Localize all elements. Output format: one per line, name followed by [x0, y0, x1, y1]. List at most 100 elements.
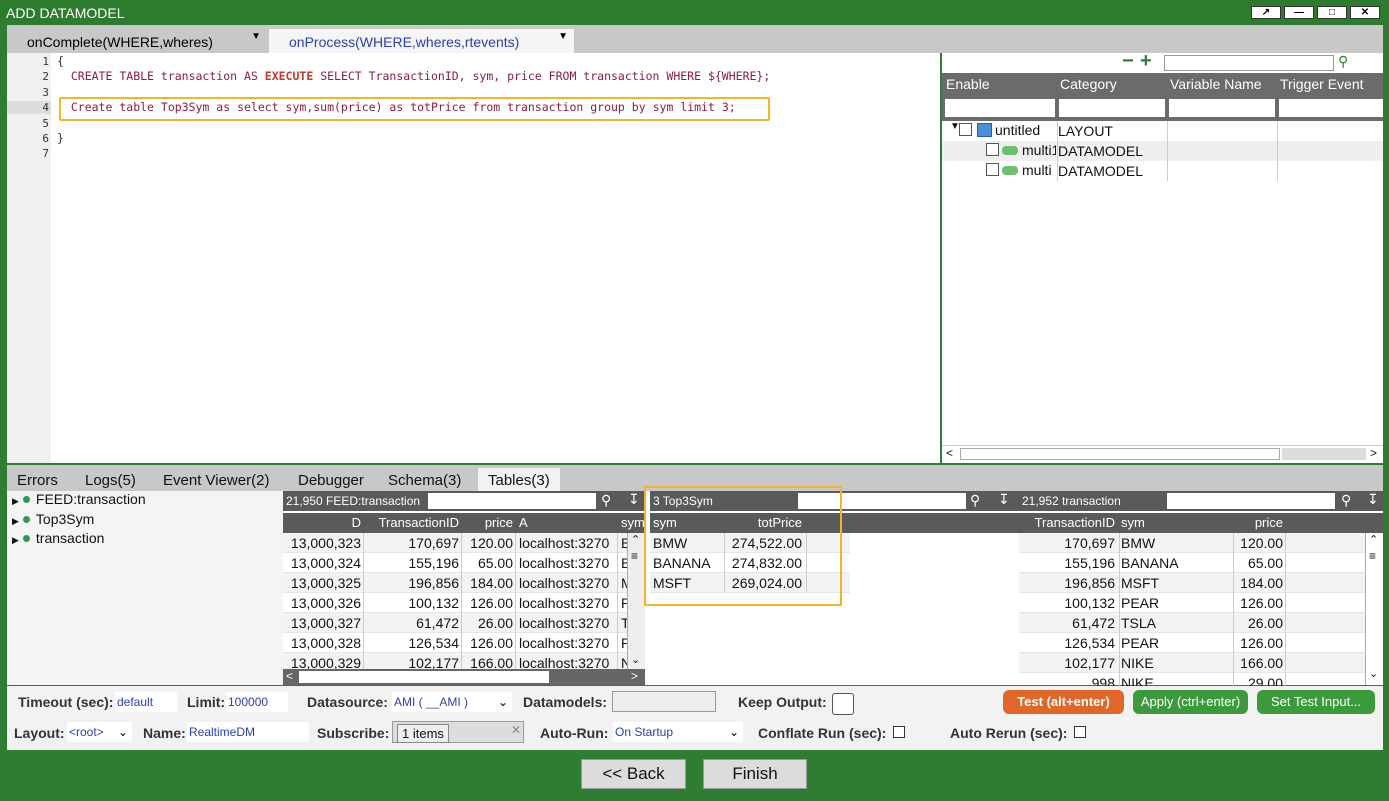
enable-checkbox[interactable]: [986, 163, 999, 176]
expand-icon[interactable]: ▶: [12, 516, 19, 526]
table-row[interactable]: 126,534 PEAR 126.00: [1019, 633, 1365, 653]
tab-dropdown-icon[interactable]: ▼: [251, 31, 261, 42]
download-icon[interactable]: ↧: [998, 491, 1010, 508]
col-variable-name[interactable]: Variable Name: [1170, 76, 1262, 92]
set-test-input-button[interactable]: Set Test Input...: [1257, 690, 1375, 714]
maximize-icon[interactable]: □: [1317, 6, 1347, 19]
scroll-handle-icon[interactable]: ≡: [1369, 549, 1376, 563]
col-price[interactable]: price: [463, 515, 513, 530]
table-row[interactable]: 13,000,323 170,697 120.00 localhost:3270 B: [283, 533, 627, 553]
scroll-left-icon[interactable]: <: [946, 446, 953, 460]
test-button[interactable]: Test (alt+enter): [1003, 690, 1124, 714]
table-row[interactable]: 13,000,327 61,472 26.00 localhost:3270 T: [283, 613, 627, 633]
apply-button[interactable]: Apply (ctrl+enter): [1133, 690, 1248, 714]
name-input[interactable]: RealtimeDM: [187, 722, 309, 742]
tree-item[interactable]: ▶ transaction: [12, 530, 104, 546]
table-row[interactable]: 13,000,325 196,856 184.00 localhost:3270 M: [283, 573, 627, 593]
back-button[interactable]: << Back: [581, 759, 686, 789]
tab-oncomplete[interactable]: onComplete(WHERE,wheres) ▼: [7, 29, 267, 53]
clear-icon[interactable]: ✕: [511, 723, 521, 737]
table-row[interactable]: 61,472 TSLA 26.00: [1019, 613, 1365, 633]
autorun-select[interactable]: On Startup ⌄: [613, 722, 743, 742]
pane-search-input[interactable]: [1167, 493, 1335, 509]
code-editor[interactable]: 1 2 3 4 5 6 7 { CREATE TABLE transaction…: [7, 53, 940, 463]
tab-schema[interactable]: Schema(3): [378, 468, 471, 491]
minimize-icon[interactable]: —: [1284, 6, 1314, 19]
pane-search-input[interactable]: [428, 493, 596, 509]
col-enable[interactable]: Enable: [946, 76, 990, 92]
scroll-handle-icon[interactable]: ≡: [631, 549, 638, 563]
tree-row[interactable]: multi DATAMODEL: [942, 161, 1383, 181]
tab-errors[interactable]: Errors: [7, 468, 68, 491]
variables-search-input[interactable]: [1164, 55, 1334, 71]
scrollbar-thumb[interactable]: [960, 448, 1280, 460]
scroll-right-icon[interactable]: >: [1370, 446, 1377, 460]
table-row[interactable]: 196,856 MSFT 184.00: [1019, 573, 1365, 593]
layout-select[interactable]: <root> ⌄: [67, 722, 132, 742]
enable-checkbox[interactable]: [986, 143, 999, 156]
enable-checkbox[interactable]: [959, 123, 972, 136]
conflate-run-checkbox[interactable]: [893, 726, 905, 738]
tree-row[interactable]: ▼ untitled LAYOUT: [942, 121, 1383, 141]
table-row[interactable]: 13,000,324 155,196 65.00 localhost:3270 B: [283, 553, 627, 573]
tree-item[interactable]: ▶ Top3Sym: [12, 511, 94, 527]
filter-input[interactable]: [1059, 99, 1165, 117]
timeout-input[interactable]: default: [115, 692, 177, 712]
filter-input[interactable]: [945, 99, 1055, 117]
table-row[interactable]: 102,177 NIKE 166.00: [1019, 653, 1365, 673]
tab-debugger[interactable]: Debugger: [288, 468, 374, 491]
table-row[interactable]: 170,697 BMW 120.00: [1019, 533, 1365, 553]
download-icon[interactable]: ↧: [628, 491, 640, 508]
limit-input[interactable]: 100000: [226, 692, 288, 712]
col-transactionid[interactable]: TransactionID: [365, 515, 459, 530]
minus-icon[interactable]: −: [1122, 50, 1134, 73]
download-icon[interactable]: ↧: [1367, 491, 1379, 508]
scroll-down-icon[interactable]: ⌄: [631, 653, 640, 666]
subscribe-field[interactable]: 1 items ✕: [392, 721, 524, 743]
vertical-scrollbar[interactable]: ⌃ ≡ ⌄: [1365, 533, 1383, 685]
horizontal-scrollbar[interactable]: < >: [283, 669, 645, 685]
expand-icon[interactable]: ▶: [12, 535, 19, 545]
table-row[interactable]: 13,000,326 100,132 126.00 localhost:3270 P: [283, 593, 627, 613]
col-d[interactable]: D: [283, 515, 361, 530]
datamodels-input[interactable]: [612, 691, 716, 712]
vertical-scrollbar[interactable]: ⌃ ≡ ⌄: [627, 533, 645, 669]
datasource-select[interactable]: AMI ( __AMI ) ⌄: [392, 692, 512, 712]
table-row[interactable]: 155,196 BANANA 65.00: [1019, 553, 1365, 573]
keep-output-checkbox[interactable]: [832, 693, 854, 715]
auto-rerun-checkbox[interactable]: [1074, 726, 1086, 738]
tab-dropdown-icon[interactable]: ▼: [558, 31, 568, 42]
col-price[interactable]: price: [1235, 515, 1283, 530]
col-sym[interactable]: sym: [1121, 515, 1145, 530]
col-transactionid[interactable]: TransactionID: [1019, 515, 1115, 530]
expand-icon[interactable]: ▶: [12, 496, 19, 506]
scrollbar-thumb[interactable]: [299, 671, 549, 683]
table-row[interactable]: 13,000,328 126,534 126.00 localhost:3270 P: [283, 633, 627, 653]
col-category[interactable]: Category: [1060, 76, 1117, 92]
search-icon[interactable]: ⚲: [601, 492, 611, 509]
close-icon[interactable]: ✕: [1350, 6, 1380, 19]
tab-event-viewer[interactable]: Event Viewer(2): [153, 468, 279, 491]
plus-icon[interactable]: +: [1140, 50, 1152, 73]
tab-onprocess[interactable]: onProcess(WHERE,wheres,rtevents) ▼: [269, 29, 574, 53]
scroll-down-icon[interactable]: ⌄: [1369, 667, 1378, 680]
tab-tables[interactable]: Tables(3): [478, 468, 560, 491]
search-icon[interactable]: ⚲: [970, 492, 980, 509]
search-icon[interactable]: ⚲: [1338, 53, 1348, 70]
col-trigger-event[interactable]: Trigger Event: [1280, 76, 1364, 92]
table-row[interactable]: 100,132 PEAR 126.00: [1019, 593, 1365, 613]
tab-logs[interactable]: Logs(5): [75, 468, 146, 491]
scroll-up-icon[interactable]: ⌃: [631, 533, 640, 546]
scroll-right-icon[interactable]: >: [631, 669, 638, 683]
search-icon[interactable]: ⚲: [1341, 492, 1351, 509]
scrollbar-track[interactable]: [1282, 448, 1366, 460]
filter-input[interactable]: [1279, 99, 1383, 117]
tree-item[interactable]: ▶ FEED:transaction: [12, 491, 146, 507]
finish-button[interactable]: Finish: [703, 759, 807, 789]
horizontal-scrollbar[interactable]: < >: [942, 445, 1383, 461]
filter-input[interactable]: [1169, 99, 1275, 117]
popout-icon[interactable]: ↗: [1251, 6, 1281, 19]
scroll-up-icon[interactable]: ⌃: [1369, 533, 1378, 546]
col-a[interactable]: A: [519, 515, 528, 530]
tree-row[interactable]: multi1 DATAMODEL: [942, 141, 1383, 161]
